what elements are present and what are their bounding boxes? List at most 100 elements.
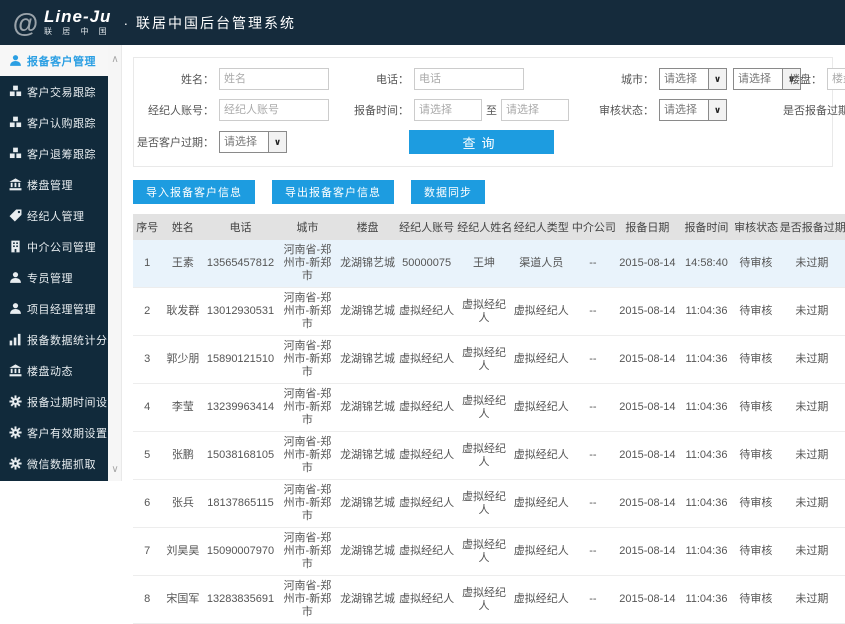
audit-status-value: 请选择 — [664, 104, 697, 116]
cubes-icon — [9, 85, 22, 98]
sidebar-item[interactable]: 报备客户管理 — [0, 45, 108, 76]
table-cell: 虚拟经纪人 — [511, 527, 571, 576]
import-report-customers-button[interactable]: 导入报备客户信息 — [133, 180, 255, 204]
column-header: 城市 — [276, 214, 339, 240]
customer-name-link[interactable]: 郭少朋 — [161, 335, 205, 384]
estate-input[interactable] — [827, 68, 845, 90]
table-cell: 11:04:36 — [679, 479, 734, 528]
sidebar-item[interactable]: 报备过期时间设置 — [0, 386, 119, 417]
customer-name-link[interactable]: 李莹 — [161, 383, 205, 432]
report-time-label: 报备时间： — [354, 105, 409, 117]
table-cell: 2015-08-14 — [614, 287, 680, 336]
sidebar-item[interactable]: 楼盘管理 — [0, 169, 108, 200]
table-cell: 待审核 — [733, 335, 779, 384]
customer-name-link[interactable]: 耿发群 — [161, 287, 205, 336]
user-icon — [9, 54, 22, 67]
data-sync-button[interactable]: 数据同步 — [411, 180, 485, 204]
sidebar-item-label: 客户退筹跟踪 — [27, 148, 96, 161]
table-cell: 虚拟经纪人 — [456, 575, 512, 624]
sidebar-item-label: 专员管理 — [27, 272, 73, 285]
table-cell: 河南省-郑州市-新郑市 — [276, 431, 339, 480]
estate-label: 楼盘： — [789, 74, 822, 86]
gear-icon — [9, 426, 22, 439]
column-header: 姓名 — [161, 214, 205, 240]
table-cell: 15038168105 — [204, 431, 277, 480]
sidebar-item-label: 楼盘动态 — [27, 365, 73, 378]
column-header: 经纪人账号 — [397, 214, 457, 240]
name-input[interactable] — [219, 68, 329, 90]
column-header: 是否报备过期 — [778, 214, 845, 240]
sidebar-item[interactable]: 项目经理管理 — [0, 293, 108, 324]
city-province-select[interactable]: 请选择 ∨ — [659, 68, 727, 90]
table-cell: 15890121510 — [204, 335, 277, 384]
report-time-from-input[interactable] — [414, 99, 482, 121]
page-title: · 联居中国后台管理系统 — [123, 14, 297, 31]
sidebar-item[interactable]: 专员管理 — [0, 262, 108, 293]
sidebar-item[interactable]: 中介公司管理 — [0, 231, 108, 262]
table-cell: -- — [570, 287, 615, 336]
table-cell: 待审核 — [733, 383, 779, 432]
column-header: 报备日期 — [614, 214, 680, 240]
column-header: 电话 — [204, 214, 277, 240]
sidebar-item-label: 微信数据抓取 — [27, 458, 96, 471]
sidebar-item[interactable]: 报备数据统计分析 — [0, 324, 119, 355]
user-icon — [9, 271, 22, 284]
report-time-to-input[interactable] — [501, 99, 569, 121]
cubes-icon — [9, 147, 22, 160]
phone-label: 电话： — [376, 74, 409, 86]
table-cell: 河南省-郑州市-新郑市 — [276, 240, 339, 288]
audit-status-select[interactable]: 请选择 ∨ — [659, 99, 727, 121]
customer-name-link[interactable]: 王素 — [161, 240, 205, 288]
table-cell: 2015-08-14 — [614, 240, 680, 288]
chart-icon — [9, 333, 22, 346]
main-content: 姓名： 电话： 城市： 请选择 ∨ 请选择 ∨ 楼盘： — [122, 45, 845, 624]
sidebar-item-label: 报备客户管理 — [27, 55, 96, 68]
sidebar-item[interactable]: 经纪人管理 — [0, 200, 108, 231]
chevron-down-icon: ∨ — [708, 100, 726, 120]
column-header: 经纪人类型 — [511, 214, 571, 240]
agent-account-label: 经纪人账号： — [148, 105, 214, 117]
search-button[interactable]: 查询 — [409, 130, 554, 154]
table-cell: 2015-08-14 — [614, 479, 680, 528]
sidebar-item-label: 中介公司管理 — [27, 241, 96, 254]
export-report-customers-button[interactable]: 导出报备客户信息 — [272, 180, 394, 204]
table-cell: 11:04:36 — [679, 575, 734, 624]
table-cell: 虚拟经纪人 — [456, 335, 512, 384]
table-cell: 虚拟经纪人 — [397, 335, 457, 384]
table-header-row: 序号 姓名 电话 城市 楼盘 经纪人账号 经纪人姓名 经纪人类型 中介公司 报备日期 报备时间 审核状… — [133, 214, 845, 240]
table-cell: 11:04:36 — [679, 431, 734, 480]
table-cell: 龙湖锦艺城 — [338, 335, 398, 384]
sidebar-scrollbar[interactable]: ∧ ∨ — [108, 45, 122, 481]
sidebar-item[interactable]: 楼盘动态 — [0, 355, 108, 386]
sidebar-item[interactable]: 客户认购跟踪 — [0, 107, 108, 138]
sidebar-item[interactable]: 微信数据抓取 — [0, 448, 108, 479]
customer-name-link[interactable]: 宋国军 — [161, 575, 205, 624]
table-cell: 虚拟经纪人 — [511, 335, 571, 384]
chevron-up-icon[interactable]: ∧ — [108, 53, 122, 67]
sidebar-item[interactable]: 客户有效期设置 — [0, 417, 108, 448]
table-cell: 虚拟经纪人 — [397, 527, 457, 576]
sidebar-item-label: 经纪人管理 — [27, 210, 85, 223]
sidebar-item[interactable]: 客户退筹跟踪 — [0, 138, 108, 169]
phone-input[interactable] — [414, 68, 524, 90]
customer-name-link[interactable]: 张鹏 — [161, 431, 205, 480]
sidebar-item-label: 楼盘管理 — [27, 179, 73, 192]
table-cell: 8 — [133, 575, 162, 624]
table-cell: 2015-08-14 — [614, 527, 680, 576]
table-cell: 龙湖锦艺城 — [338, 479, 398, 528]
cubes-icon — [9, 116, 22, 129]
customer-name-link[interactable]: 刘昊昊 — [161, 527, 205, 576]
table-cell: 虚拟经纪人 — [456, 287, 512, 336]
sidebar-item-label: 客户交易跟踪 — [27, 86, 96, 99]
table-cell: 待审核 — [733, 431, 779, 480]
sidebar-item-label: 客户认购跟踪 — [27, 117, 96, 130]
sidebar-item[interactable]: 客户交易跟踪 — [0, 76, 108, 107]
table-cell: 虚拟经纪人 — [397, 383, 457, 432]
agent-account-input[interactable] — [219, 99, 329, 121]
chevron-down-icon[interactable]: ∨ — [108, 463, 122, 477]
table-cell: 龙湖锦艺城 — [338, 287, 398, 336]
customer-expired-select[interactable]: 请选择 ∨ — [219, 131, 287, 153]
table-cell: -- — [570, 431, 615, 480]
sidebar-item-label: 报备过期时间设置 — [27, 396, 119, 409]
customer-name-link[interactable]: 张兵 — [161, 479, 205, 528]
